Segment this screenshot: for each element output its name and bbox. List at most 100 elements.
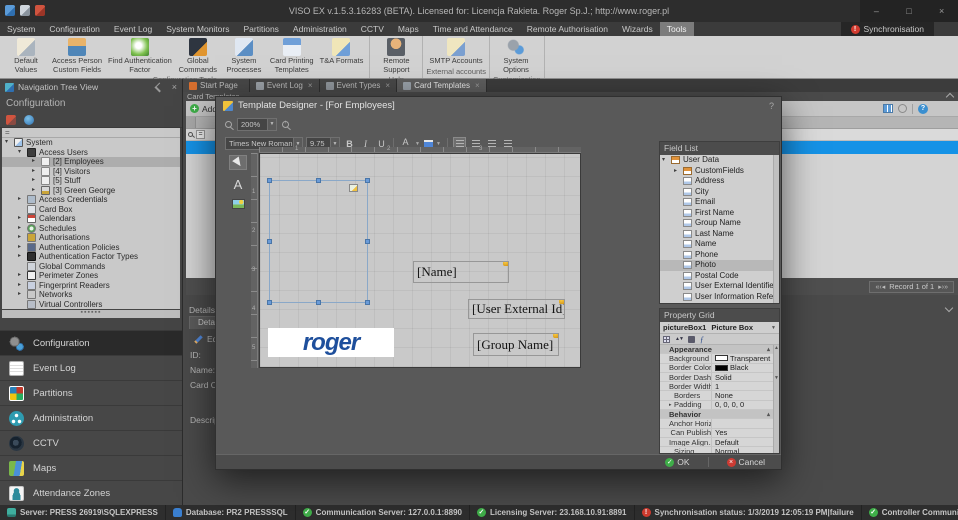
property-row[interactable]: Padding 0, 0, 0, 0 <box>660 401 773 410</box>
wrench-icon[interactable] <box>688 336 695 343</box>
menu-item[interactable]: Remote Authorisation <box>520 22 615 36</box>
expander-icon[interactable] <box>32 176 38 186</box>
property-row[interactable]: Borders None <box>660 391 773 400</box>
tree-item[interactable]: Virtual Controllers <box>2 300 180 310</box>
menu-item[interactable]: CCTV <box>354 22 391 36</box>
ribbon-button[interactable]: System Options <box>493 37 539 75</box>
property-row[interactable]: Background ... Transparent <box>660 354 773 363</box>
expander-icon[interactable] <box>5 138 11 148</box>
property-row[interactable]: Border Width 1 <box>660 382 773 391</box>
expander-icon[interactable] <box>18 224 24 234</box>
field-list-item[interactable]: CustomFields <box>660 166 779 177</box>
expander-icon[interactable] <box>32 157 38 167</box>
panel-close-icon[interactable]: × <box>172 82 177 92</box>
field-list-item[interactable]: Address <box>660 176 779 187</box>
sidebar-module-item[interactable]: Attendance Zones <box>0 480 182 505</box>
resize-handle[interactable] <box>267 178 272 183</box>
field-list-item[interactable]: City <box>660 187 779 198</box>
property-row[interactable]: Behavior <box>660 410 773 419</box>
dialog-help-icon[interactable]: ? <box>769 101 774 111</box>
property-grid-scrollbar[interactable]: ▲▼ <box>773 345 779 453</box>
filter-icon[interactable] <box>24 115 34 125</box>
quick-access-icon[interactable] <box>20 5 30 16</box>
menu-item[interactable]: Maps <box>391 22 426 36</box>
menu-item[interactable]: Tools <box>660 22 694 36</box>
field-list-item[interactable]: Group Name <box>660 218 779 229</box>
user-external-id-field-box[interactable]: [User External Id] <box>468 299 565 319</box>
ribbon-button[interactable]: Remote Support <box>373 37 419 75</box>
ribbon-button[interactable]: Default Values <box>3 37 49 75</box>
expander-icon[interactable] <box>18 252 24 262</box>
filter-operator-icon[interactable]: = <box>196 130 205 139</box>
tree-item[interactable]: [5] Stuff <box>2 176 180 186</box>
property-value-cell[interactable]: None <box>712 391 773 400</box>
property-value-cell[interactable]: 1 <box>712 382 773 391</box>
expander-icon[interactable] <box>18 281 24 291</box>
resize-handle[interactable] <box>267 300 272 305</box>
record-nav-button[interactable]: » <box>944 284 948 291</box>
smart-tag-icon[interactable] <box>553 333 559 338</box>
expander-icon[interactable] <box>18 214 24 224</box>
minimize-button[interactable]: – <box>866 6 886 16</box>
property-row[interactable]: Appearance <box>660 345 773 354</box>
property-value-cell[interactable]: Transparent <box>712 354 773 363</box>
menu-item[interactable]: Event Log <box>107 22 159 36</box>
categorized-view-icon[interactable] <box>663 336 670 343</box>
ribbon-button[interactable]: Global Commands <box>175 37 221 75</box>
menu-item[interactable]: Administration <box>286 22 354 36</box>
synchronisation-status-button[interactable]: ! Synchronisation <box>841 22 934 36</box>
ribbon-button[interactable]: Card Printing Templates <box>267 37 317 75</box>
object-selector-combobox[interactable]: pictureBox1 Picture Box ▼ <box>660 322 779 334</box>
property-row[interactable]: Border Dash ... Solid <box>660 373 773 382</box>
tree-item[interactable]: Access Users <box>2 148 180 158</box>
design-canvas[interactable]: [Name] [User External Id] [Group Name] r… <box>259 153 581 368</box>
record-nav-button[interactable]: ◂ <box>882 284 886 291</box>
pin-icon[interactable] <box>154 82 164 92</box>
alphabetical-sort-icon[interactable]: ▲▼ <box>675 336 683 342</box>
ribbon-button[interactable]: SMTP Accounts <box>426 37 485 67</box>
tree-item[interactable]: Perimeter Zones <box>2 271 180 281</box>
chevron-down-icon[interactable]: ▼ <box>771 325 776 331</box>
close-button[interactable]: × <box>932 6 952 16</box>
property-value-cell[interactable]: Black <box>712 363 773 372</box>
smart-tag-icon[interactable] <box>349 184 358 192</box>
tree-item[interactable]: Global Commands <box>2 262 180 272</box>
tab-close-icon[interactable]: × <box>308 81 313 90</box>
chevron-down-icon[interactable]: ▼ <box>415 141 421 147</box>
tab-close-icon[interactable]: × <box>475 81 480 90</box>
field-list-item[interactable]: User External Identifier <box>660 281 779 292</box>
roger-logo[interactable]: roger <box>268 328 394 357</box>
field-list-item[interactable]: User Information Reference <box>660 292 779 303</box>
document-tab[interactable]: Event Log × <box>250 79 320 92</box>
property-row[interactable]: Border Color Black <box>660 364 773 373</box>
photo-picture-box[interactable] <box>269 180 368 303</box>
smart-tag-icon[interactable] <box>559 299 565 304</box>
field-list-item[interactable]: User Data <box>660 155 779 166</box>
ribbon-button[interactable]: Access Person Custom Fields <box>49 37 105 75</box>
property-row[interactable]: Image Align... Default <box>660 438 773 447</box>
expander-icon[interactable] <box>32 167 38 177</box>
expander-icon[interactable] <box>18 148 24 158</box>
zoom-out-icon[interactable] <box>225 121 232 128</box>
menu-item[interactable]: Wizards <box>615 22 660 36</box>
chevron-down-icon[interactable]: ▼ <box>267 119 276 130</box>
menu-item[interactable]: Configuration <box>42 22 107 36</box>
pointer-tool[interactable] <box>229 155 247 170</box>
label-tool[interactable]: A <box>234 177 243 192</box>
app-icon[interactable] <box>5 5 15 16</box>
property-row[interactable]: Sizing Normal <box>660 447 773 453</box>
field-list-item[interactable]: Postal Code <box>660 271 779 282</box>
tree-grip[interactable]: = <box>2 128 180 138</box>
smart-tag-icon[interactable] <box>503 261 509 266</box>
tree-item[interactable]: Authentication Factor Types <box>2 252 180 262</box>
events-icon[interactable]: ƒ <box>700 335 704 344</box>
resize-handle[interactable] <box>365 178 370 183</box>
panel-splitter[interactable]: ▪▪▪▪▪▪ <box>2 310 180 318</box>
property-value-cell[interactable]: Default <box>712 438 773 447</box>
ribbon-button[interactable]: System Processes <box>221 37 267 75</box>
resize-handle[interactable] <box>316 178 321 183</box>
help-icon[interactable]: ? <box>918 104 928 114</box>
tree-item[interactable]: System <box>2 138 180 148</box>
sidebar-module-item[interactable]: CCTV <box>0 430 182 455</box>
field-list-item[interactable]: First Name <box>660 208 779 219</box>
